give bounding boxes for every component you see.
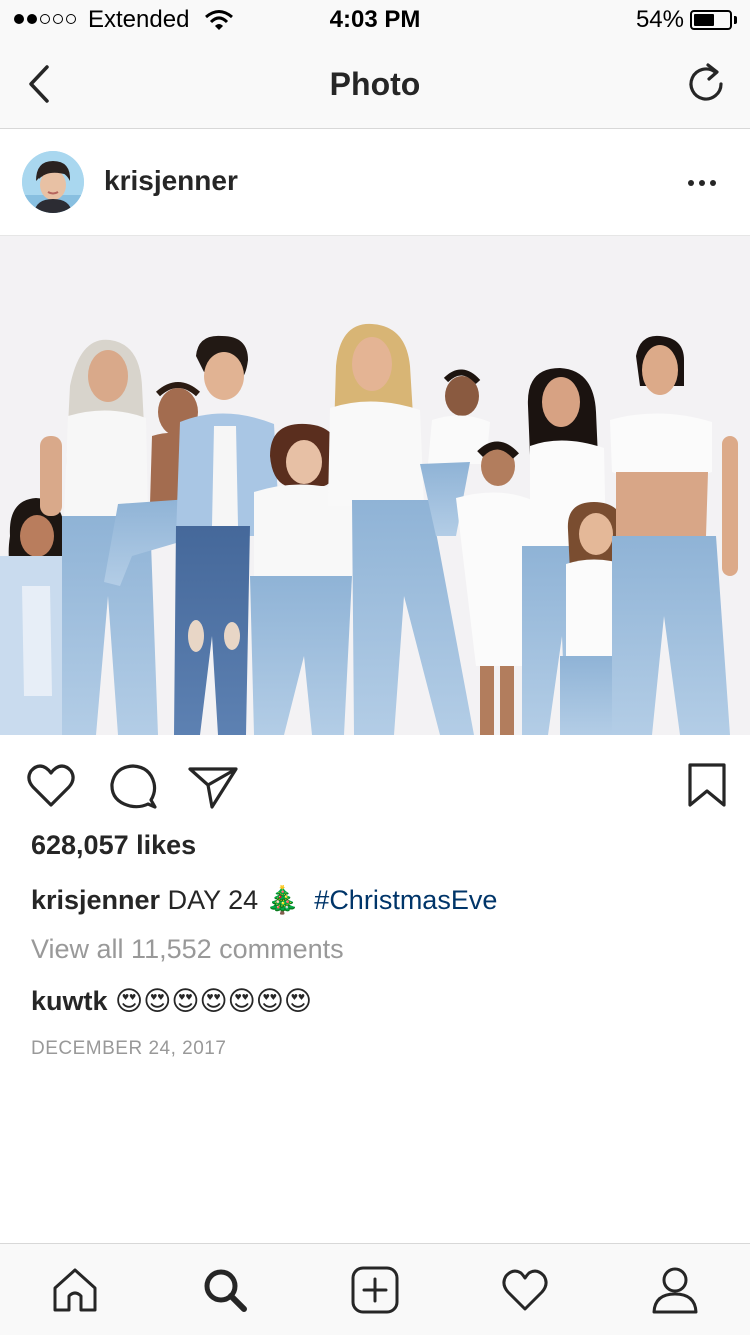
post-actions bbox=[0, 735, 750, 835]
avatar[interactable] bbox=[22, 151, 84, 213]
page-title: Photo bbox=[329, 66, 421, 102]
like-count[interactable]: 628,057 likes bbox=[31, 830, 196, 861]
tab-bar bbox=[0, 1243, 750, 1335]
comment-username[interactable]: kuwtk bbox=[31, 986, 108, 1016]
view-all-comments-link[interactable]: View all 11,552 comments bbox=[31, 934, 344, 965]
save-bookmark-icon[interactable] bbox=[680, 759, 734, 813]
caption-username[interactable]: krisjenner bbox=[31, 885, 160, 915]
status-bar: Extended 4:03 PM 54% bbox=[0, 0, 750, 40]
add-post-icon[interactable] bbox=[349, 1264, 401, 1316]
caption-hashtag[interactable]: #ChristmasEve bbox=[314, 885, 497, 915]
post-username[interactable]: krisjenner bbox=[104, 165, 238, 197]
post-date: DECEMBER 24, 2017 bbox=[31, 1038, 227, 1059]
battery-tip bbox=[734, 16, 737, 24]
caption-text: DAY 24 🎄 bbox=[167, 885, 300, 915]
nav-bar: Photo bbox=[0, 40, 750, 129]
activity-heart-icon[interactable] bbox=[499, 1264, 551, 1316]
comment-text: 😍😍😍😍😍😍😍 bbox=[115, 986, 313, 1016]
refresh-icon[interactable] bbox=[684, 62, 728, 106]
post-photo[interactable] bbox=[0, 236, 750, 735]
profile-icon[interactable] bbox=[649, 1264, 701, 1316]
share-send-icon[interactable] bbox=[186, 759, 240, 813]
battery-percent: 54% bbox=[635, 6, 684, 33]
search-icon[interactable] bbox=[199, 1264, 251, 1316]
post-caption: krisjenner DAY 24 🎄 #ChristmasEve bbox=[31, 884, 497, 916]
comment-bubble-icon[interactable] bbox=[106, 759, 160, 813]
comment-item: kuwtk 😍😍😍😍😍😍😍 bbox=[31, 986, 312, 1017]
more-options-icon[interactable] bbox=[688, 173, 724, 193]
battery-icon bbox=[690, 10, 732, 30]
home-icon[interactable] bbox=[49, 1264, 101, 1316]
like-heart-icon[interactable] bbox=[24, 759, 78, 813]
post-header: krisjenner bbox=[0, 129, 750, 236]
